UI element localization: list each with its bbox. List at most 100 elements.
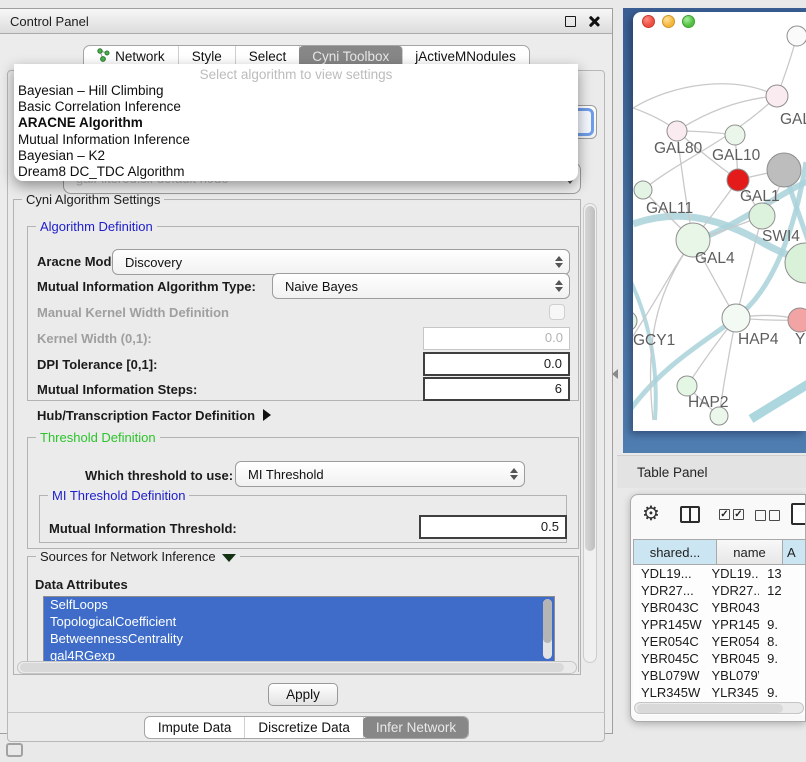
tab-label: Cyni Toolbox [312, 49, 389, 64]
data-attributes-list[interactable]: SelfLoopsTopologicalCoefficientBetweenne… [43, 596, 555, 662]
network-node[interactable] [633, 311, 637, 331]
network-node[interactable] [785, 243, 806, 283]
network-node[interactable] [787, 26, 806, 46]
dropdown-placeholder: Select algorithm to view settings [14, 64, 578, 83]
table-cell: YDR27... [703, 582, 759, 599]
network-node[interactable] [749, 203, 775, 229]
table-cell: YBL079W [633, 667, 703, 684]
select-all-columns-icon[interactable] [719, 509, 744, 520]
table-cell: 13 [759, 565, 805, 582]
which-threshold-label: Which threshold to use: [85, 468, 233, 483]
gear-icon[interactable] [642, 501, 660, 526]
network-view-window[interactable]: GALGAL80GAL10GAL1GAL11SWI4GAL4GCY1HAP4YH… [633, 12, 806, 431]
tab-discretize-data[interactable]: Discretize Data [245, 717, 364, 738]
table-cell: YBL079W [703, 667, 759, 684]
attribute-item-gal4rgexp[interactable]: gal4RGexp [44, 648, 554, 662]
close-traffic-light-icon[interactable] [642, 15, 655, 28]
float-window-icon[interactable] [565, 16, 576, 27]
tab-infer-network[interactable]: Infer Network [363, 717, 469, 738]
mi-steps-field[interactable]: 6 [423, 377, 570, 401]
attribute-item-betweennesscentrality[interactable]: BetweennessCentrality [44, 631, 554, 648]
export-table-icon[interactable] [791, 503, 806, 525]
tab-label: Select [249, 49, 287, 64]
group-title: MI Threshold Definition [48, 488, 189, 503]
settings-horizontal-scrollbar[interactable] [17, 661, 577, 674]
network-node-label: HAP2 [688, 394, 729, 411]
deselect-all-columns-icon[interactable] [755, 510, 780, 521]
dropdown-item-dream8-dc-tdc-algorithm[interactable]: Dream8 DC_TDC Algorithm [14, 164, 578, 180]
table-row[interactable]: YDR27...YDR27...12 [633, 582, 805, 599]
network-node[interactable] [788, 308, 806, 332]
algorithm-dropdown-popup: Select algorithm to view settings Bayesi… [14, 64, 578, 181]
dpi-tolerance-field[interactable]: 0.0 [423, 352, 570, 376]
table-cell: YBR045C [633, 650, 703, 667]
network-node[interactable] [767, 153, 801, 187]
table-cell: 9. [759, 684, 805, 701]
network-node-label: GAL4 [695, 250, 735, 267]
manual-kernel-width-checkbox[interactable] [549, 304, 565, 320]
mi-threshold-field[interactable]: 0.5 [419, 515, 567, 539]
dropdown-item-mutual-information-inference[interactable]: Mutual Information Inference [14, 132, 578, 148]
hub-section-toggle[interactable]: Hub/Transcription Factor Definition [37, 408, 271, 423]
network-canvas[interactable]: GALGAL80GAL10GAL1GAL11SWI4GAL4GCY1HAP4YH… [633, 12, 806, 431]
tab-label: jActiveMNodules [415, 49, 516, 64]
dropdown-item-basic-correlation-inference[interactable]: Basic Correlation Inference [14, 99, 578, 115]
table-cell: YBR045C [703, 650, 759, 667]
attribute-item-topologicalcoefficient[interactable]: TopologicalCoefficient [44, 614, 554, 631]
table-row[interactable]: YBL079WYBL079W [633, 667, 805, 684]
group-title: Cyni Algorithm Settings [22, 192, 164, 207]
dropdown-item-list: Bayesian – Hill ClimbingBasic Correlatio… [14, 83, 578, 180]
network-node[interactable] [725, 125, 745, 145]
network-node[interactable] [634, 181, 652, 199]
tab-label: Infer Network [376, 720, 456, 735]
zoom-traffic-light-icon[interactable] [682, 15, 695, 28]
table-row[interactable]: YLR345WYLR345W9. [633, 684, 805, 701]
mi-algorithm-type-combobox[interactable]: Naive Bayes [272, 273, 570, 299]
panel-collapse-arrow-icon[interactable] [612, 369, 618, 379]
table-row[interactable]: YDL19...YDL19...13 [633, 565, 805, 582]
table-row[interactable]: YBR043CYBR043C [633, 599, 805, 616]
network-edge[interactable] [751, 380, 806, 419]
dropdown-item-bayesian-hill-climbing[interactable]: Bayesian – Hill Climbing [14, 83, 578, 99]
table-row[interactable]: YER054CYER054C8. [633, 633, 805, 650]
column-header-name[interactable]: name [717, 539, 783, 565]
application-root: Control Panel NetworkStyleSelectCyni Too… [0, 0, 806, 762]
network-node[interactable] [667, 121, 687, 141]
table-cell: YDR27... [633, 582, 703, 599]
table-horizontal-scrollbar[interactable] [634, 702, 804, 714]
columns-icon[interactable] [680, 506, 700, 523]
combo-arrows-icon [549, 256, 569, 268]
network-node-label: HAP4 [738, 331, 779, 348]
network-edge[interactable] [633, 240, 693, 342]
attribute-item-selfloops[interactable]: SelfLoops [44, 597, 554, 614]
dropdown-item-aracne-algorithm[interactable]: ARACNE Algorithm [14, 115, 578, 131]
network-node-label: Y [795, 331, 805, 348]
column-header-a[interactable]: A [783, 539, 806, 565]
apply-button[interactable]: Apply [268, 683, 338, 706]
table-row[interactable]: YPR145WYPR145W9. [633, 616, 805, 633]
minimized-panel-icon[interactable] [6, 743, 23, 757]
minimize-traffic-light-icon[interactable] [662, 15, 675, 28]
table-cell: YLR345W [633, 684, 703, 701]
mi-type-value: Naive Bayes [273, 279, 549, 294]
settings-vertical-scrollbar[interactable] [583, 203, 597, 663]
tab-label: Network [115, 49, 165, 64]
network-node[interactable] [677, 376, 697, 396]
network-edge[interactable] [677, 96, 777, 131]
table-cell: YER054C [633, 633, 703, 650]
which-threshold-combobox[interactable]: MI Threshold [235, 461, 525, 487]
list-vertical-scrollbar[interactable] [543, 599, 552, 659]
column-header-shared[interactable]: shared... [633, 539, 717, 565]
network-node[interactable] [722, 304, 750, 332]
dropdown-item-bayesian-k2[interactable]: Bayesian – K2 [14, 148, 578, 164]
table-row[interactable]: YBR045CYBR045C9. [633, 650, 805, 667]
aracne-mode-combobox[interactable]: Discovery [112, 249, 570, 275]
tab-impute-data[interactable]: Impute Data [145, 717, 246, 738]
kernel-width-field[interactable]: 0.0 [423, 327, 570, 350]
sources-group-toggle[interactable]: Sources for Network Inference [36, 549, 240, 564]
table-browser-window: shared...nameA YDL19...YDL19...13YDR27..… [630, 494, 806, 722]
network-node[interactable] [766, 85, 788, 107]
network-node-label: SWI4 [762, 228, 800, 245]
network-edge[interactable] [633, 84, 777, 108]
close-icon[interactable] [588, 15, 600, 27]
